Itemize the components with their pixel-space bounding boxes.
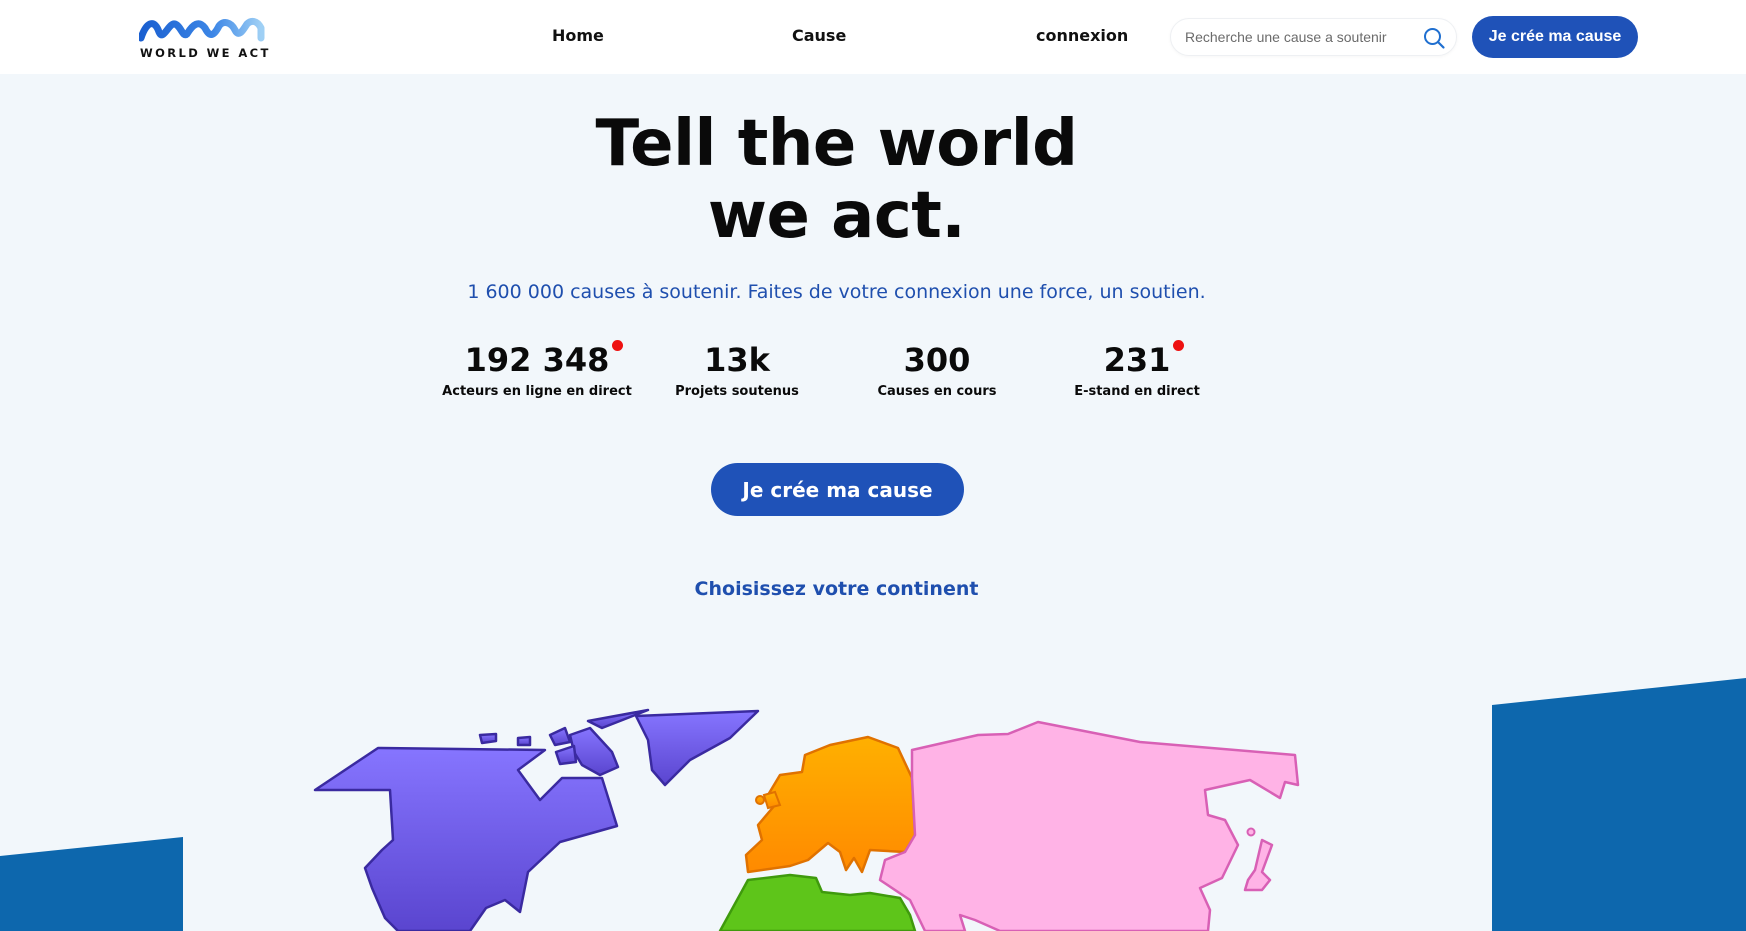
stat-actors-online: 192 348 Acteurs en ligne en direct: [437, 340, 637, 399]
stat-value: 13k: [704, 341, 770, 379]
stat-projects-supported: 13k Projets soutenus: [637, 340, 837, 399]
search-input[interactable]: [1185, 19, 1410, 55]
logo-text: WORLD WE ACT: [140, 46, 271, 60]
stat-value: 300: [903, 341, 971, 379]
world-we-act-logo[interactable]: WORLD WE ACT: [139, 16, 269, 60]
stat-value: 231: [1103, 341, 1171, 379]
hero-title-line1: Tell the world: [595, 107, 1078, 181]
search-box: [1170, 18, 1457, 56]
live-indicator-icon: [612, 340, 624, 351]
world-map: [0, 678, 1746, 931]
hero-title-line2: we act.: [707, 179, 966, 253]
right-band: [1492, 678, 1746, 931]
nav-connexion-link[interactable]: connexion: [1036, 26, 1128, 45]
live-indicator-icon: [1173, 340, 1185, 351]
choose-continent-heading[interactable]: Choisissez votre continent: [0, 578, 1673, 600]
search-icon[interactable]: [1422, 26, 1446, 50]
asia-region[interactable]: [878, 720, 1300, 931]
nav-cause-link[interactable]: Cause: [792, 26, 846, 45]
hero-title: Tell the world we act.: [0, 108, 1673, 252]
europe-region[interactable]: [744, 735, 917, 874]
header-create-cause-button[interactable]: Je crée ma cause: [1472, 16, 1638, 58]
nav-home-link[interactable]: Home: [552, 26, 604, 45]
north-america-region[interactable]: [313, 708, 760, 931]
stat-estand-live: 231 E-stand en direct: [1037, 340, 1237, 399]
stat-label: Projets soutenus: [675, 384, 799, 399]
stat-label: Causes en cours: [877, 384, 997, 399]
header: WORLD WE ACT Home Cause connexion Je cré…: [0, 0, 1746, 74]
left-band: [0, 837, 183, 931]
hero-create-cause-button[interactable]: Je crée ma cause: [711, 463, 964, 516]
stat-label: Acteurs en ligne en direct: [442, 384, 632, 399]
logo-wave-icon: [139, 17, 265, 42]
stat-label: E-stand en direct: [1074, 384, 1200, 399]
hero-subtitle: 1 600 000 causes à soutenir. Faites de v…: [467, 281, 1206, 303]
stat-value: 192 348: [464, 341, 610, 379]
stat-causes-ongoing: 300 Causes en cours: [837, 340, 1037, 399]
